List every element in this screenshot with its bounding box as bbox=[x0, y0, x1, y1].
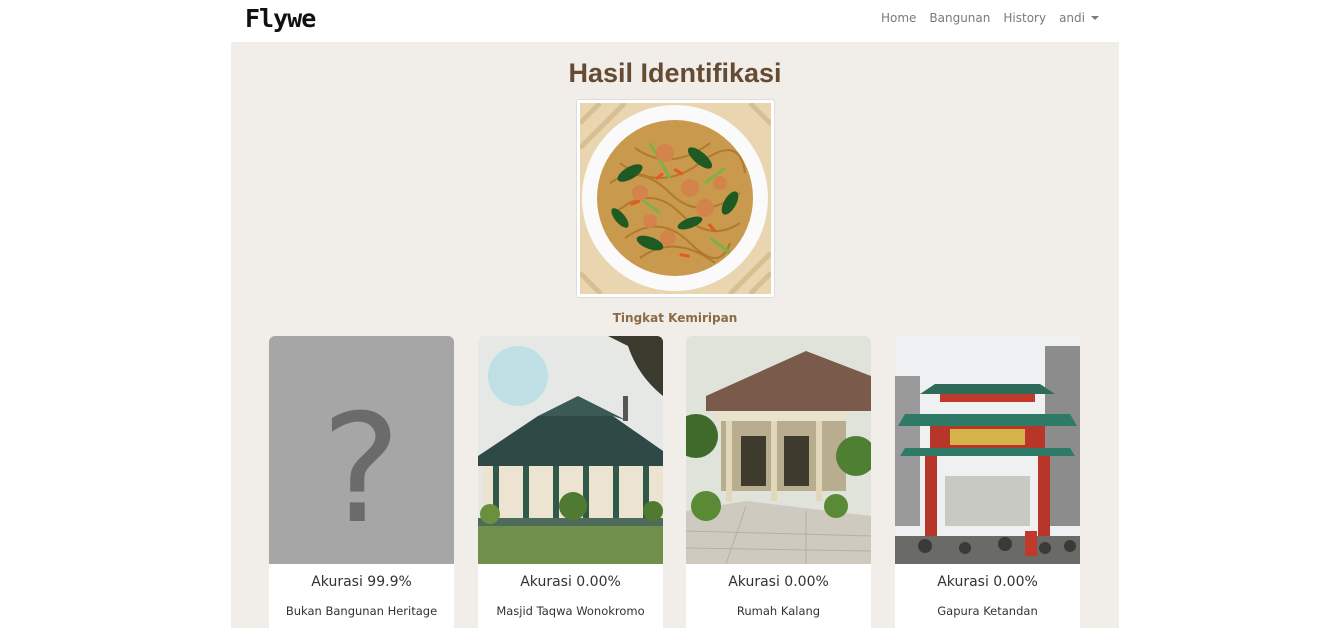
result-card[interactable]: Akurasi 0.00% Gapura Ketandan bbox=[895, 336, 1080, 628]
page-title: Hasil Identifikasi bbox=[568, 58, 782, 88]
nav-links: Home Bangunan History andi bbox=[881, 11, 1099, 25]
user-name: andi bbox=[1059, 11, 1085, 25]
accuracy-label: Akurasi 0.00% bbox=[728, 574, 829, 590]
similarity-heading: Tingkat Kemiripan bbox=[612, 311, 738, 325]
placeholder-image: ? bbox=[269, 336, 454, 564]
accuracy-label: Akurasi 0.00% bbox=[520, 574, 621, 590]
accuracy-label: Akurasi 99.9% bbox=[311, 574, 412, 590]
main-content: Hasil Identifikasi Tingkat Kemiripan ? A… bbox=[231, 42, 1119, 628]
nav-history[interactable]: History bbox=[1003, 11, 1046, 25]
result-card[interactable]: Akurasi 0.00% Rumah Kalang bbox=[686, 336, 871, 628]
caret-down-icon bbox=[1091, 16, 1099, 20]
question-mark-icon: ? bbox=[321, 383, 401, 557]
result-card[interactable]: Akurasi 0.00% Masjid Taqwa Wonokromo bbox=[478, 336, 663, 628]
building-name: Rumah Kalang bbox=[736, 604, 821, 618]
nav-bangunan[interactable]: Bangunan bbox=[929, 11, 990, 25]
noodle-dish-image bbox=[580, 103, 771, 294]
mosque-image bbox=[478, 336, 663, 564]
gate-image bbox=[895, 336, 1080, 564]
result-card[interactable]: ? Akurasi 99.9% Bukan Bangunan Heritage bbox=[269, 336, 454, 628]
navbar: Flywe Home Bangunan History andi bbox=[231, 0, 1119, 42]
accuracy-label: Akurasi 0.00% bbox=[937, 574, 1038, 590]
brand-logo[interactable]: Flywe bbox=[245, 4, 316, 33]
nav-home[interactable]: Home bbox=[881, 11, 916, 25]
user-dropdown[interactable]: andi bbox=[1059, 11, 1099, 25]
uploaded-image bbox=[576, 99, 775, 298]
building-name: Gapura Ketandan bbox=[937, 604, 1038, 618]
building-name: Masjid Taqwa Wonokromo bbox=[496, 604, 645, 618]
house-image bbox=[686, 336, 871, 564]
building-name: Bukan Bangunan Heritage bbox=[285, 604, 438, 618]
